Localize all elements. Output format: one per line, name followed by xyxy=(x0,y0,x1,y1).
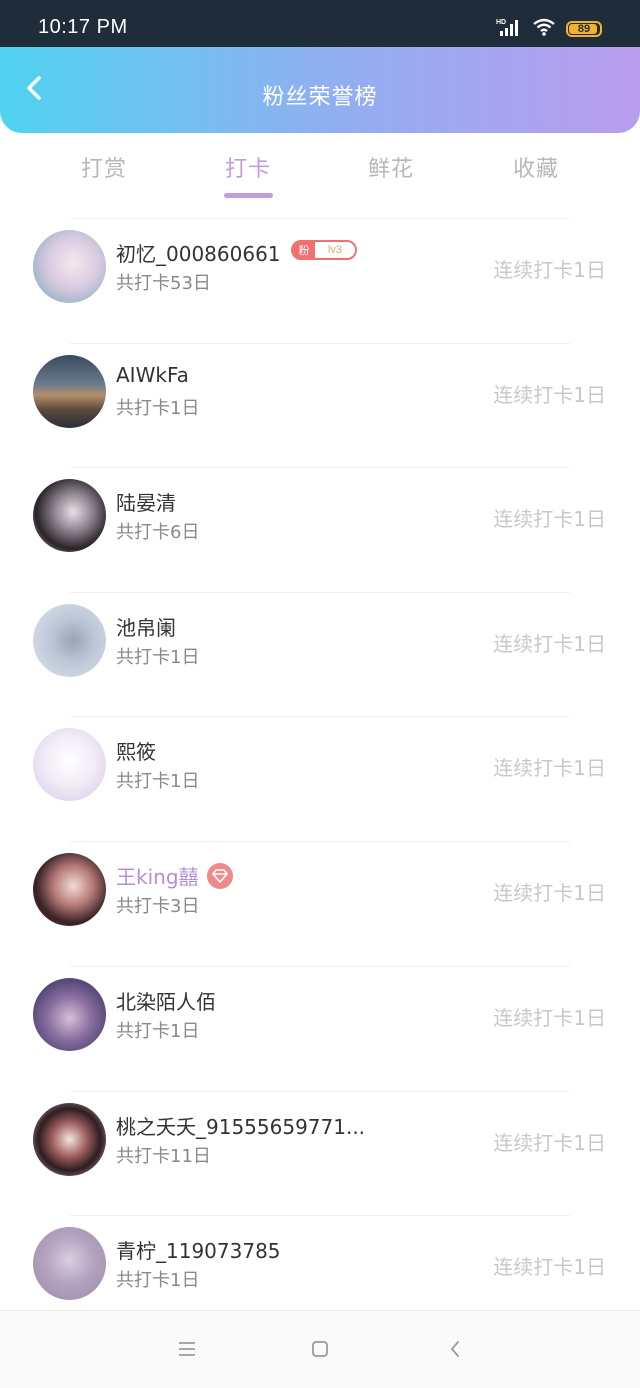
home-square-icon xyxy=(310,1339,330,1363)
fan-badge-level: lv3 xyxy=(327,244,343,256)
menu-button[interactable] xyxy=(175,1339,199,1363)
avatar[interactable] xyxy=(33,1103,106,1176)
divider xyxy=(70,716,570,717)
list-item[interactable]: 桃之夭夭_91555659771... 共打卡11日 连续打卡1日 xyxy=(0,1091,640,1215)
divider xyxy=(70,343,570,344)
divider xyxy=(70,966,570,967)
user-name[interactable]: 池帛阑 xyxy=(116,612,176,641)
user-name[interactable]: AIWkFa xyxy=(116,363,189,387)
total-checkins: 共打卡1日 xyxy=(116,398,200,419)
total-checkins: 共打卡53日 xyxy=(116,273,211,294)
battery-icon: 89 xyxy=(566,21,602,37)
avatar[interactable] xyxy=(33,853,106,926)
list-item[interactable]: AIWkFa 共打卡1日 连续打卡1日 xyxy=(0,343,640,467)
list-item[interactable]: 北染陌人佰 共打卡1日 连续打卡1日 xyxy=(0,966,640,1090)
total-checkins: 共打卡11日 xyxy=(116,1146,211,1167)
home-button[interactable] xyxy=(308,1339,332,1363)
avatar[interactable] xyxy=(33,1227,106,1300)
list-item[interactable]: 王king囍 共打卡3日 连续打卡1日 xyxy=(0,841,640,965)
streak-checkins: 连续打卡1日 xyxy=(493,632,606,656)
divider xyxy=(70,592,570,593)
avatar[interactable] xyxy=(33,604,106,677)
hd-signal-icon: HD xyxy=(496,17,522,41)
svg-text:HD: HD xyxy=(496,19,506,26)
status-bar: 10:17 PM HD 89 xyxy=(0,0,640,47)
list-item[interactable]: 熙筱 共打卡1日 连续打卡1日 xyxy=(0,716,640,840)
total-checkins: 共打卡1日 xyxy=(116,771,200,792)
avatar[interactable] xyxy=(33,230,106,303)
list-item[interactable]: 池帛阑 共打卡1日 连续打卡1日 xyxy=(0,592,640,716)
divider xyxy=(70,1215,570,1216)
page-title: 粉丝荣誉榜 xyxy=(262,85,378,110)
tab-active-indicator xyxy=(224,193,273,198)
fan-badge-label: 粉 xyxy=(293,242,315,258)
streak-checkins: 连续打卡1日 xyxy=(493,881,606,905)
wifi-icon xyxy=(532,17,556,41)
streak-checkins: 连续打卡1日 xyxy=(493,1255,606,1279)
tab-flowers[interactable]: 鲜花 xyxy=(331,151,451,183)
streak-checkins: 连续打卡1日 xyxy=(493,756,606,780)
total-checkins: 共打卡1日 xyxy=(116,647,200,668)
avatar[interactable] xyxy=(33,355,106,428)
vip-diamond-icon xyxy=(207,863,233,889)
user-name[interactable]: 熙筱 xyxy=(116,736,156,765)
divider xyxy=(70,218,570,219)
tab-checkin[interactable]: 打卡 xyxy=(188,151,308,183)
streak-checkins: 连续打卡1日 xyxy=(493,258,606,282)
total-checkins: 共打卡3日 xyxy=(116,896,200,917)
tab-reward[interactable]: 打赏 xyxy=(44,151,164,183)
list-item[interactable]: 初忆_000860661 粉 lv3 共打卡53日 连续打卡1日 xyxy=(0,218,640,342)
user-name[interactable]: 陆晏清 xyxy=(116,487,176,516)
tab-bar: 打赏 打卡 鲜花 收藏 xyxy=(0,133,640,217)
avatar[interactable] xyxy=(33,728,106,801)
streak-checkins: 连续打卡1日 xyxy=(493,1131,606,1155)
streak-checkins: 连续打卡1日 xyxy=(493,383,606,407)
user-name[interactable]: 初忆_000860661 xyxy=(116,238,281,267)
total-checkins: 共打卡1日 xyxy=(116,1270,200,1291)
total-checkins: 共打卡1日 xyxy=(116,1021,200,1042)
battery-level: 89 xyxy=(577,23,591,35)
user-name[interactable]: 王king囍 xyxy=(116,861,199,890)
avatar[interactable] xyxy=(33,978,106,1051)
divider xyxy=(70,467,570,468)
list-item[interactable]: 陆晏清 共打卡6日 连续打卡1日 xyxy=(0,467,640,591)
back-triangle-icon xyxy=(448,1339,462,1363)
user-name[interactable]: 北染陌人佰 xyxy=(116,986,216,1015)
user-name[interactable]: 桃之夭夭_91555659771... xyxy=(116,1111,365,1140)
divider xyxy=(70,841,570,842)
total-checkins: 共打卡6日 xyxy=(116,522,200,543)
fan-level-badge: 粉 lv3 xyxy=(291,240,357,260)
system-nav-bar xyxy=(0,1310,640,1388)
status-time: 10:17 PM xyxy=(38,16,128,38)
user-name[interactable]: 青柠_119073785 xyxy=(116,1235,281,1264)
back-nav-button[interactable] xyxy=(443,1339,467,1363)
streak-checkins: 连续打卡1日 xyxy=(493,1006,606,1030)
status-icons: HD 89 xyxy=(496,17,602,41)
avatar[interactable] xyxy=(33,479,106,552)
streak-checkins: 连续打卡1日 xyxy=(493,507,606,531)
menu-icon xyxy=(177,1341,197,1361)
header: 粉丝荣誉榜 xyxy=(0,47,640,133)
divider xyxy=(70,1091,570,1092)
tab-favorites[interactable]: 收藏 xyxy=(476,151,596,183)
